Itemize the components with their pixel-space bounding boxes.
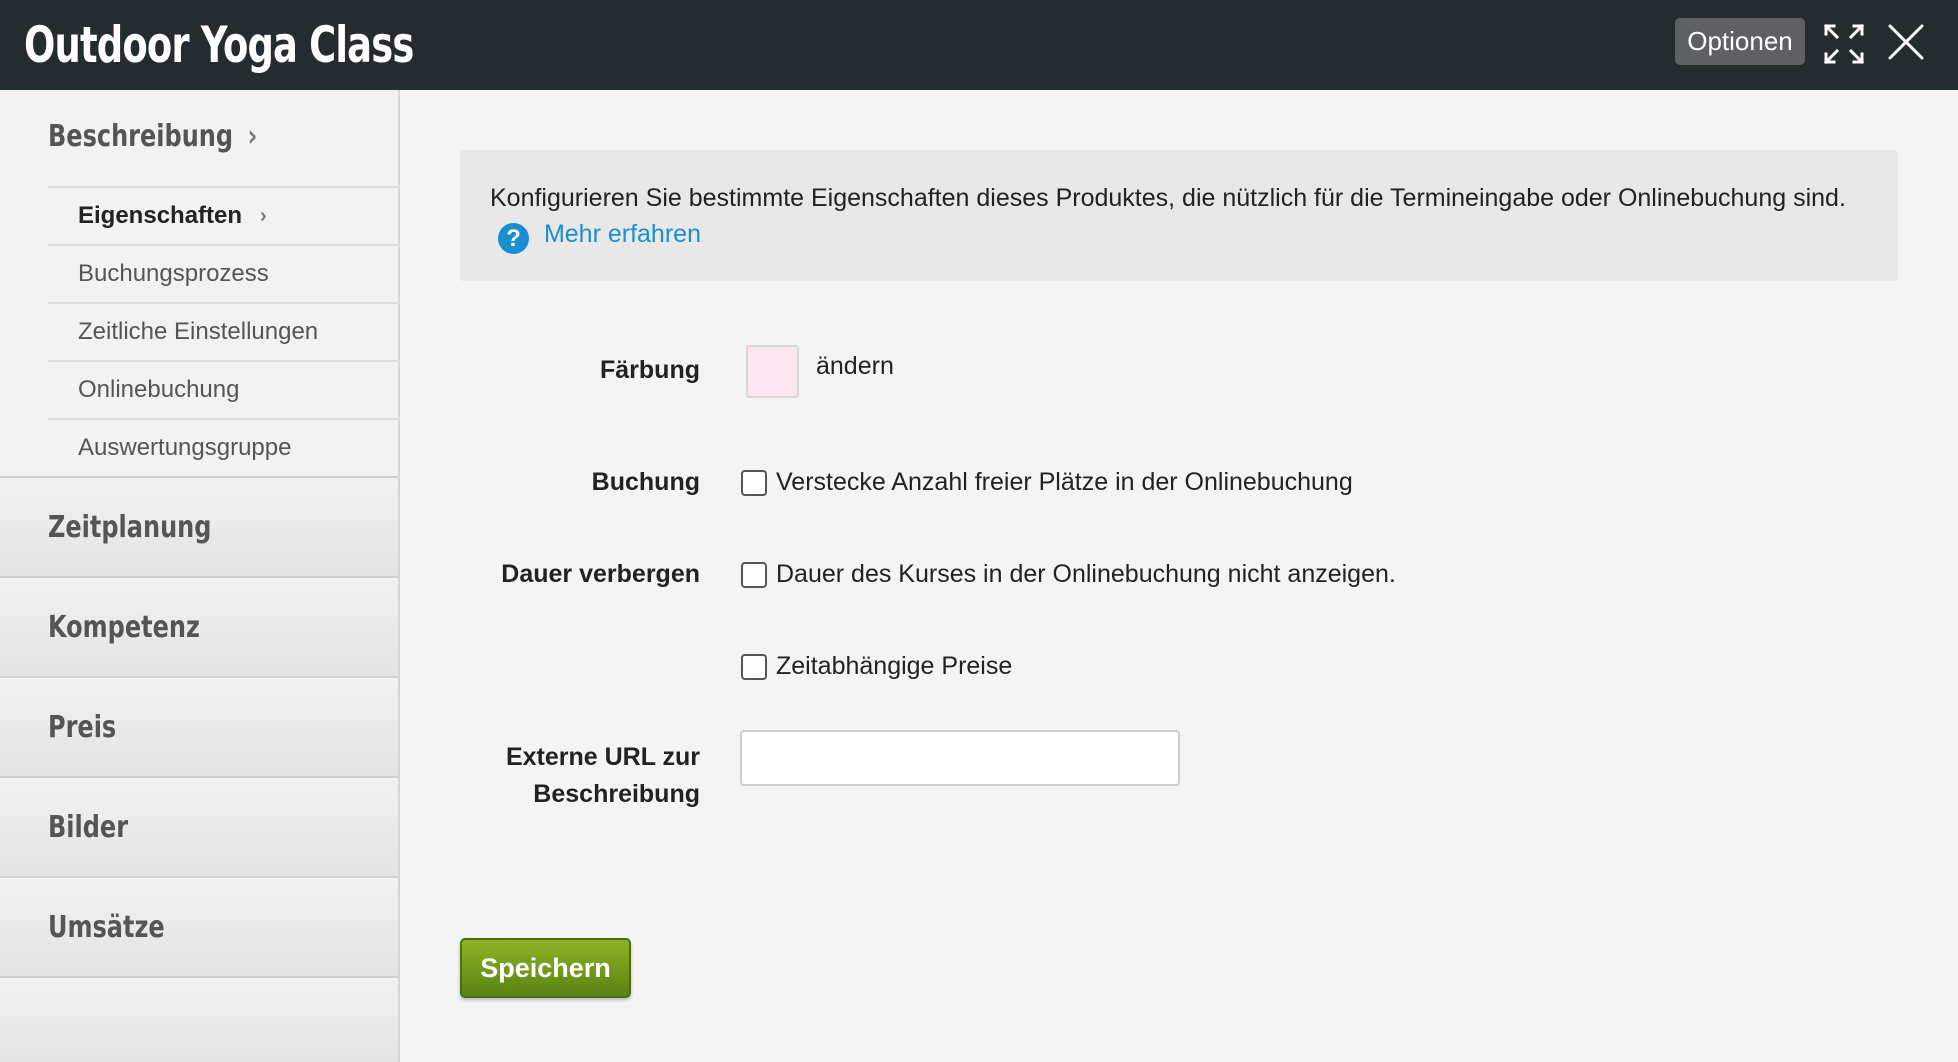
info-box: Konfigurieren Sie bestimmte Eigenschafte… <box>460 150 1898 281</box>
close-icon[interactable] <box>1886 22 1926 62</box>
window-title: Outdoor Yoga Class <box>24 16 414 74</box>
external-url-label: Externe URL zur Beschreibung <box>100 739 700 813</box>
fullscreen-icon[interactable] <box>1822 22 1866 66</box>
sidebar-section-label: Beschreibung <box>48 118 234 154</box>
sidebar-section-label: Zeitplanung <box>48 509 212 545</box>
external-url-label-line2: Beschreibung <box>533 780 700 808</box>
sidebar-subnav: Eigenschaften › Buchungsprozess Zeitlich… <box>48 186 400 476</box>
color-label: Färbung <box>600 356 700 384</box>
sidebar-section-header[interactable]: Beschreibung › <box>48 116 257 156</box>
subnav-item-label: Zeitliche Einstellungen <box>78 318 319 345</box>
subnav-item-label: Buchungsprozess <box>78 260 269 287</box>
info-text: Konfigurieren Sie bestimmte Eigenschafte… <box>490 184 1846 212</box>
more-info-link[interactable]: Mehr erfahren <box>544 220 701 248</box>
change-color-link[interactable]: ändern <box>816 352 894 381</box>
window-header: Outdoor Yoga Class Optionen <box>0 0 1958 90</box>
subnav-item-eigenschaften[interactable]: Eigenschaften › <box>48 186 400 244</box>
chevron-right-icon: › <box>260 204 267 227</box>
external-url-label-line1: Externe URL zur <box>505 743 700 771</box>
chevron-right-icon: › <box>247 118 258 154</box>
help-icon[interactable]: ? <box>498 223 529 254</box>
sidebar-empty-space <box>0 978 398 1062</box>
subnav-item-buchungsprozess[interactable]: Buchungsprozess <box>48 244 400 302</box>
sidebar-section-label: Kompetenz <box>48 609 200 645</box>
time-based-prices-label: Zeitabhängige Preise <box>776 652 1013 680</box>
subnav-item-label: Auswertungsgruppe <box>78 434 292 461</box>
sidebar-section-label: Bilder <box>48 809 129 845</box>
subnav-item-label: Eigenschaften <box>78 202 243 229</box>
time-based-prices-checkbox[interactable] <box>741 654 767 680</box>
hide-duration-checkbox[interactable] <box>741 562 767 588</box>
hide-free-places-checkbox[interactable] <box>741 470 767 496</box>
sidebar-section-umsaetze[interactable]: Umsätze <box>0 878 398 978</box>
external-url-input[interactable] <box>740 730 1180 786</box>
hide-duration-label: Dauer verbergen <box>501 560 700 588</box>
hide-duration-checkbox-label: Dauer des Kurses in der Onlinebuchung ni… <box>776 560 1396 588</box>
booking-label: Buchung <box>591 468 700 496</box>
color-swatch[interactable] <box>746 345 799 398</box>
options-button[interactable]: Optionen <box>1675 18 1805 65</box>
save-button[interactable]: Speichern <box>460 938 631 998</box>
sidebar-section-label: Umsätze <box>48 909 165 945</box>
sidebar-section-beschreibung: Beschreibung › Eigenschaften › Buchungsp… <box>0 90 400 478</box>
hide-free-places-label: Verstecke Anzahl freier Plätze in der On… <box>776 468 1353 496</box>
sidebar-section-kompetenz[interactable]: Kompetenz <box>0 578 398 678</box>
